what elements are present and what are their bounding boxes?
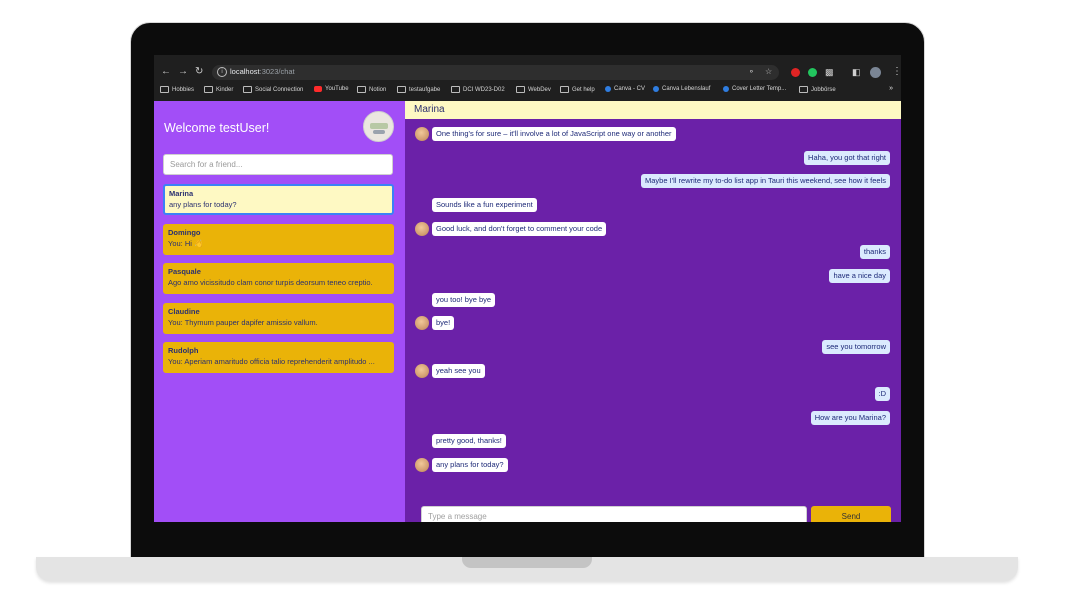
avatar-shape <box>373 130 385 134</box>
bookmark-dci[interactable]: DCI WD23-D02 <box>451 86 505 93</box>
user-avatar[interactable] <box>363 111 394 142</box>
chat-app: Welcome testUser! Marina any plans for t… <box>154 101 901 522</box>
bookmarks-bar: Hobbies Kinder Social Connection YouTube… <box>154 85 901 97</box>
bookmark-star-icon[interactable]: ☆ <box>765 67 772 76</box>
message-received: bye! <box>432 316 455 330</box>
bookmark-get-help[interactable]: Get help <box>560 86 595 93</box>
browser-window: ← → ↻ i localhost:3023/chat ⚬ ☆ ▩ ◧ ⋮ Ho… <box>154 55 901 522</box>
message-sent: How are you Marina? <box>810 411 890 425</box>
folder-icon <box>160 86 169 93</box>
bookmark-kinder[interactable]: Kinder <box>204 86 233 93</box>
back-arrow-icon[interactable]: ← <box>161 65 171 79</box>
canva-icon <box>653 86 659 92</box>
message-received: One thing's for sure – it'll involve a l… <box>432 127 676 141</box>
folder-icon <box>397 86 406 93</box>
welcome-heading: Welcome testUser! <box>164 121 270 135</box>
bookmark-youtube[interactable]: YouTube <box>314 86 349 92</box>
laptop-notch <box>462 557 592 568</box>
friend-name: Domingo <box>168 228 201 237</box>
url-text: localhost:3023/chat <box>230 67 295 76</box>
chat-panel: Marina One thing's for sure – it'll invo… <box>405 101 901 522</box>
bookmark-hobbies[interactable]: Hobbies <box>160 86 194 93</box>
message-sent: see you tomorrow <box>822 340 890 354</box>
bookmark-webdev[interactable]: WebDev <box>516 86 551 93</box>
bookmark-social-connection[interactable]: Social Connection <box>243 86 303 93</box>
message-received: yeah see you <box>432 364 485 378</box>
bookmark-testaufgabe[interactable]: testaufgabe <box>397 86 440 93</box>
bookmark-jobboerse[interactable]: Jobbörse <box>799 86 836 93</box>
reload-icon[interactable]: ↻ <box>195 65 203 79</box>
friend-item-claudine[interactable]: Claudine You: Thymum pauper dapifer amis… <box>163 303 394 334</box>
friend-item-domingo[interactable]: Domingo You: Hi 👋 <box>163 224 394 255</box>
contact-avatar <box>415 316 429 330</box>
message-received: pretty good, thanks! <box>432 434 506 448</box>
folder-icon <box>516 86 525 93</box>
url-host: localhost <box>230 67 260 76</box>
friend-last-message: You: Thymum pauper dapifer amissio vallu… <box>168 318 318 327</box>
side-panel-icon[interactable]: ◧ <box>852 65 861 79</box>
message-sent: have a nice day <box>829 269 890 283</box>
message-sent: thanks <box>859 245 890 259</box>
message-sent: :D <box>874 387 890 401</box>
friend-item-marina[interactable]: Marina any plans for today? <box>163 184 394 215</box>
browser-toolbar: ← → ↻ i localhost:3023/chat ⚬ ☆ ▩ ◧ ⋮ <box>154 64 901 81</box>
friend-name: Claudine <box>168 307 200 316</box>
folder-icon <box>357 86 366 93</box>
password-key-icon[interactable]: ⚬ <box>748 67 755 76</box>
friend-last-message: Ago amo vicissitudo clam conor turpis de… <box>168 278 373 287</box>
friend-last-message: any plans for today? <box>169 200 237 209</box>
friend-name: Rudolph <box>168 346 199 355</box>
contact-avatar <box>415 364 429 378</box>
contact-avatar <box>415 127 429 141</box>
bookmark-notion[interactable]: Notion <box>357 86 386 93</box>
avatar-shape <box>370 123 388 129</box>
site-info-icon[interactable]: i <box>217 67 227 77</box>
contact-avatar <box>415 458 429 472</box>
message-received: any plans for today? <box>432 458 508 472</box>
folder-icon <box>204 86 213 93</box>
bookmark-canva-cv[interactable]: Canva - CV <box>605 86 645 92</box>
friend-last-message: You: Aperiam amaritudo officia talio rep… <box>168 357 375 366</box>
bookmark-canva-lebenslauf[interactable]: Canva Lebenslauf <box>653 86 710 92</box>
friends-sidebar: Welcome testUser! Marina any plans for t… <box>154 101 405 522</box>
bookmark-cover-letter[interactable]: Cover Letter Temp... <box>723 86 786 92</box>
extensions-puzzle-icon[interactable]: ▩ <box>825 65 834 79</box>
address-bar[interactable]: i localhost:3023/chat ⚬ ☆ <box>212 65 779 80</box>
opera-extension-icon[interactable] <box>791 68 800 77</box>
profile-avatar-icon[interactable] <box>870 67 881 78</box>
friend-item-rudolph[interactable]: Rudolph You: Aperiam amaritudo officia t… <box>163 342 394 373</box>
send-button[interactable]: Send <box>811 506 891 522</box>
forward-arrow-icon[interactable]: → <box>178 65 188 79</box>
message-sent: Haha, you got that right <box>804 151 890 165</box>
friend-item-pasquale[interactable]: Pasquale Ago amo vicissitudo clam conor … <box>163 263 394 294</box>
friend-name: Pasquale <box>168 267 201 276</box>
more-bookmarks-icon[interactable]: » <box>889 85 893 92</box>
message-received: Good luck, and don't forget to comment y… <box>432 222 607 236</box>
friend-name: Marina <box>169 189 194 198</box>
message-sent: Maybe I'll rewrite my to-do list app in … <box>641 174 890 188</box>
friend-search-input[interactable] <box>163 154 393 175</box>
folder-icon <box>560 86 569 93</box>
friend-last-message: You: Hi 👋 <box>168 239 204 248</box>
youtube-icon <box>314 86 322 92</box>
message-received: Sounds like a fun experiment <box>432 198 537 212</box>
canva-icon <box>605 86 611 92</box>
message-received: you too! bye bye <box>432 293 496 307</box>
message-input[interactable] <box>421 506 807 522</box>
folder-icon <box>799 86 808 93</box>
canva-icon <box>723 86 729 92</box>
folder-icon <box>243 86 252 93</box>
chat-extension-icon[interactable] <box>808 68 817 77</box>
chat-header: Marina <box>405 101 901 119</box>
url-path: :3023/chat <box>259 67 295 76</box>
folder-icon <box>451 86 460 93</box>
contact-avatar <box>415 222 429 236</box>
browser-menu-icon[interactable]: ⋮ <box>892 65 901 79</box>
